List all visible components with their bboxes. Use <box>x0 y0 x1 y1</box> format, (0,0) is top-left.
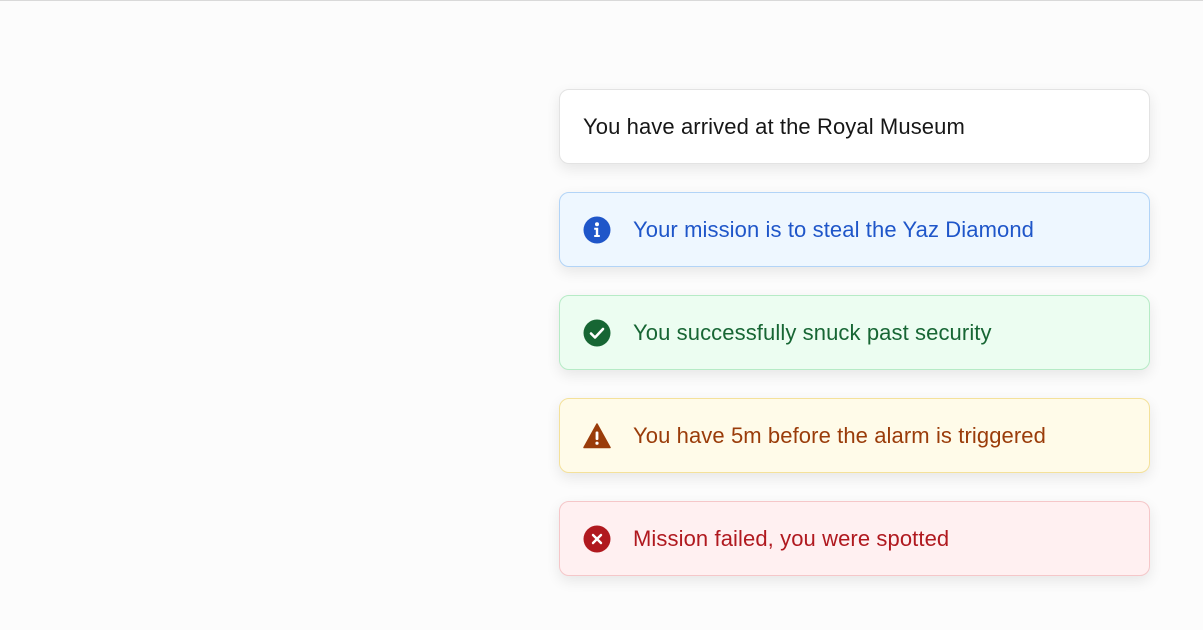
toast-message: Mission failed, you were spotted <box>633 525 950 551</box>
x-circle-icon <box>583 525 611 553</box>
toast-message: Your mission is to steal the Yaz Diamond <box>633 216 1035 242</box>
check-circle-icon <box>583 319 611 347</box>
toast-message: You have arrived at the Royal Museum <box>583 113 965 139</box>
toast-default[interactable]: You have arrived at the Royal Museum <box>559 89 1150 164</box>
toast-message: You have 5m before the alarm is triggere… <box>633 422 1046 448</box>
toast-error[interactable]: Mission failed, you were spotted <box>559 501 1150 576</box>
warning-triangle-icon <box>583 422 611 450</box>
info-icon <box>583 216 611 244</box>
toast-success[interactable]: You successfully snuck past security <box>559 295 1150 370</box>
toast-info[interactable]: Your mission is to steal the Yaz Diamond <box>559 192 1150 267</box>
top-divider <box>0 0 1203 1</box>
toast-message: You successfully snuck past security <box>633 319 992 345</box>
toast-stack: You have arrived at the Royal Museum You… <box>559 89 1150 576</box>
toast-warning[interactable]: You have 5m before the alarm is triggere… <box>559 398 1150 473</box>
